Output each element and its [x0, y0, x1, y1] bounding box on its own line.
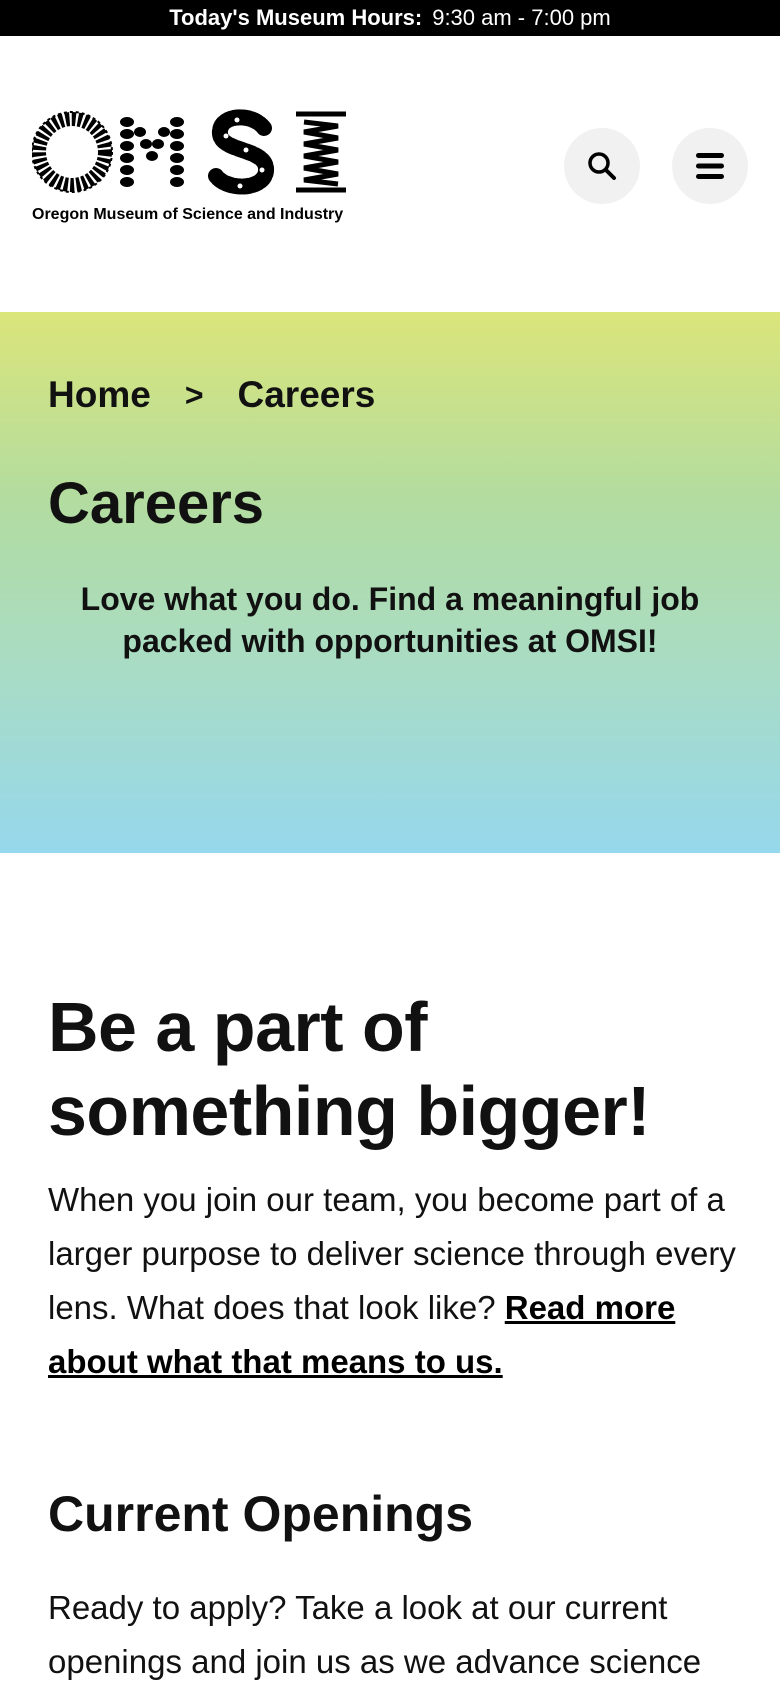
breadcrumb-current: Careers: [237, 374, 376, 415]
site-header: Oregon Museum of Science and Industry: [0, 36, 780, 312]
museum-hours-bar: Today's Museum Hours: 9:30 am - 7:00 pm: [0, 0, 780, 36]
breadcrumb-separator: >: [184, 376, 204, 413]
breadcrumb-home-link[interactable]: Home: [48, 374, 151, 416]
careers-hero: Home > Careers Careers Love what you do.…: [0, 312, 780, 853]
omsi-logo-mark: [32, 109, 346, 195]
search-icon: [588, 152, 616, 180]
hamburger-menu-icon: [696, 153, 724, 179]
openings-paragraph: Ready to apply? Take a look at our curre…: [48, 1589, 702, 1680]
omsi-logo[interactable]: Oregon Museum of Science and Industry: [32, 106, 352, 266]
search-button[interactable]: [564, 128, 640, 204]
breadcrumb: Home > Careers: [48, 374, 375, 416]
hours-label: Today's Museum Hours:: [169, 5, 423, 30]
current-openings-heading: Current Openings: [48, 1486, 474, 1542]
section-heading-be-a-part: Be a part of something bigger!: [48, 988, 651, 1150]
hours-value: 9:30 am - 7:00 pm: [432, 5, 611, 30]
intro-paragraph: When you join our team, you become part …: [48, 1173, 738, 1389]
logo-subtitle: Oregon Museum of Science and Industry: [32, 206, 344, 223]
menu-button[interactable]: [672, 128, 748, 204]
page-title: Careers: [48, 471, 265, 536]
hero-subtitle: Love what you do. Find a meaningful job …: [80, 581, 700, 659]
